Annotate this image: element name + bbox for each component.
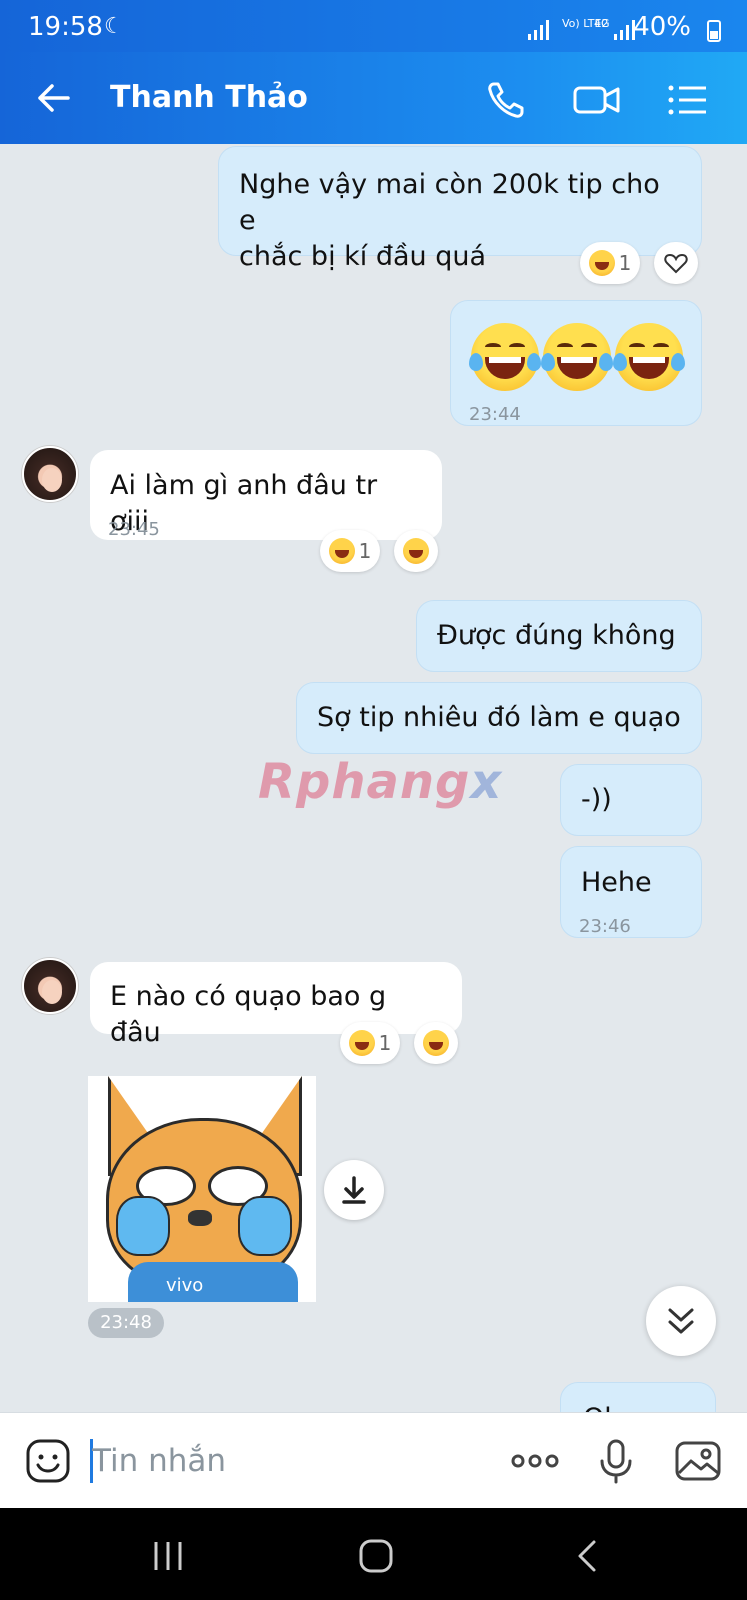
message-timestamp: 23:45 — [108, 519, 160, 540]
react-button[interactable] — [654, 242, 698, 284]
react-button[interactable] — [394, 530, 438, 572]
chat-header: Thanh Thảo — [0, 52, 747, 144]
laugh-reaction-icon — [348, 1030, 375, 1056]
sticker-message[interactable]: vivo — [88, 1076, 316, 1302]
contact-avatar[interactable] — [22, 446, 78, 502]
laugh-reaction-icon — [328, 538, 355, 564]
reaction-count: 1 — [618, 251, 632, 275]
reaction-count: 1 — [358, 539, 372, 563]
message-text: -)) — [581, 784, 612, 815]
message-text: Được đúng không — [437, 620, 676, 651]
heart-icon — [664, 253, 688, 274]
joy-emoji-icon — [613, 323, 685, 391]
chat-messages[interactable]: Nghe vậy mai còn 200k tip cho e chắc bị … — [0, 144, 747, 1412]
system-navigation-bar — [0, 1508, 747, 1600]
home-icon[interactable] — [356, 1536, 396, 1576]
list-menu-icon[interactable] — [666, 78, 710, 122]
message-bubble-outgoing[interactable]: Được đúng không — [416, 600, 702, 672]
message-bubble-incoming[interactable]: Ai làm gì anh đâu tr ơiii 23:45 — [90, 450, 442, 540]
video-call-icon[interactable] — [572, 78, 622, 122]
reaction-count: 1 — [378, 1031, 392, 1055]
joy-emoji-icon — [469, 323, 541, 391]
contact-avatar[interactable] — [22, 958, 78, 1014]
message-timestamp: 23:48 — [88, 1308, 164, 1338]
status-time: 19:58 — [28, 12, 103, 42]
message-input-bar — [0, 1412, 747, 1508]
laugh-reaction-icon — [423, 1030, 449, 1056]
sticker-icon[interactable] — [24, 1437, 72, 1485]
network-type-label: 4G — [594, 17, 610, 30]
laugh-reaction-icon — [588, 250, 615, 276]
joy-emoji-icon — [541, 323, 613, 391]
signal-icon-1 — [528, 20, 549, 40]
battery-percent: 40% — [633, 12, 691, 42]
status-bar: 19:58 ☾ Vo) LTE2 4G 40% — [0, 0, 747, 52]
message-bubble-outgoing[interactable]: Nghe vậy mai còn 200k tip cho e chắc bị … — [218, 146, 702, 272]
sticker-brand-text: vivo — [166, 1275, 204, 1296]
react-button[interactable] — [414, 1022, 458, 1064]
sticker-tears — [238, 1196, 292, 1256]
nav-back-icon[interactable] — [568, 1536, 608, 1576]
message-input[interactable] — [92, 1439, 482, 1483]
image-icon[interactable] — [674, 1437, 722, 1485]
recents-icon[interactable] — [148, 1536, 188, 1576]
battery-icon — [707, 20, 721, 42]
message-bubble-incoming[interactable]: E nào có quạo bao g đâu — [90, 962, 462, 1048]
download-button[interactable] — [324, 1160, 384, 1220]
laugh-reaction-icon — [403, 538, 429, 564]
reaction-summary[interactable]: 1 — [320, 530, 380, 572]
back-arrow-icon[interactable] — [34, 78, 74, 118]
watermark-text: x — [470, 754, 503, 810]
message-text: Sợ tip nhiêu đó làm e quạo — [317, 702, 681, 733]
message-timestamp: 23:44 — [469, 404, 521, 425]
sticker-tears — [116, 1196, 170, 1256]
reaction-summary[interactable]: 1 — [340, 1022, 400, 1064]
phone-icon[interactable] — [484, 78, 528, 122]
message-text: Ok... — [583, 1403, 646, 1412]
download-icon — [342, 1176, 366, 1204]
message-timestamp: 23:46 — [579, 916, 631, 937]
watermark-logo: Rphangx — [258, 754, 502, 810]
message-text: Nghe vậy mai còn 200k tip cho e — [239, 169, 660, 236]
more-dots-icon[interactable] — [508, 1437, 562, 1485]
scroll-down-button[interactable] — [646, 1286, 716, 1356]
message-bubble-outgoing[interactable]: -)) — [560, 764, 702, 836]
message-bubble-outgoing[interactable]: Sợ tip nhiêu đó làm e quạo — [296, 682, 702, 754]
watermark-text: Rphang — [258, 754, 471, 810]
reaction-summary[interactable]: 1 — [580, 242, 640, 284]
microphone-icon[interactable] — [592, 1437, 640, 1485]
scroll-down-icon — [668, 1308, 694, 1334]
sticker-shirt — [128, 1262, 298, 1302]
moon-icon: ☾ — [104, 14, 124, 39]
contact-name[interactable]: Thanh Thảo — [110, 80, 308, 115]
message-bubble-outgoing[interactable]: Ok... — [560, 1382, 716, 1412]
sticker-nose — [188, 1210, 212, 1226]
message-text: Hehe — [581, 867, 652, 898]
message-bubble-outgoing[interactable]: Hehe 23:46 — [560, 846, 702, 938]
message-bubble-outgoing[interactable]: 23:44 — [450, 300, 702, 426]
